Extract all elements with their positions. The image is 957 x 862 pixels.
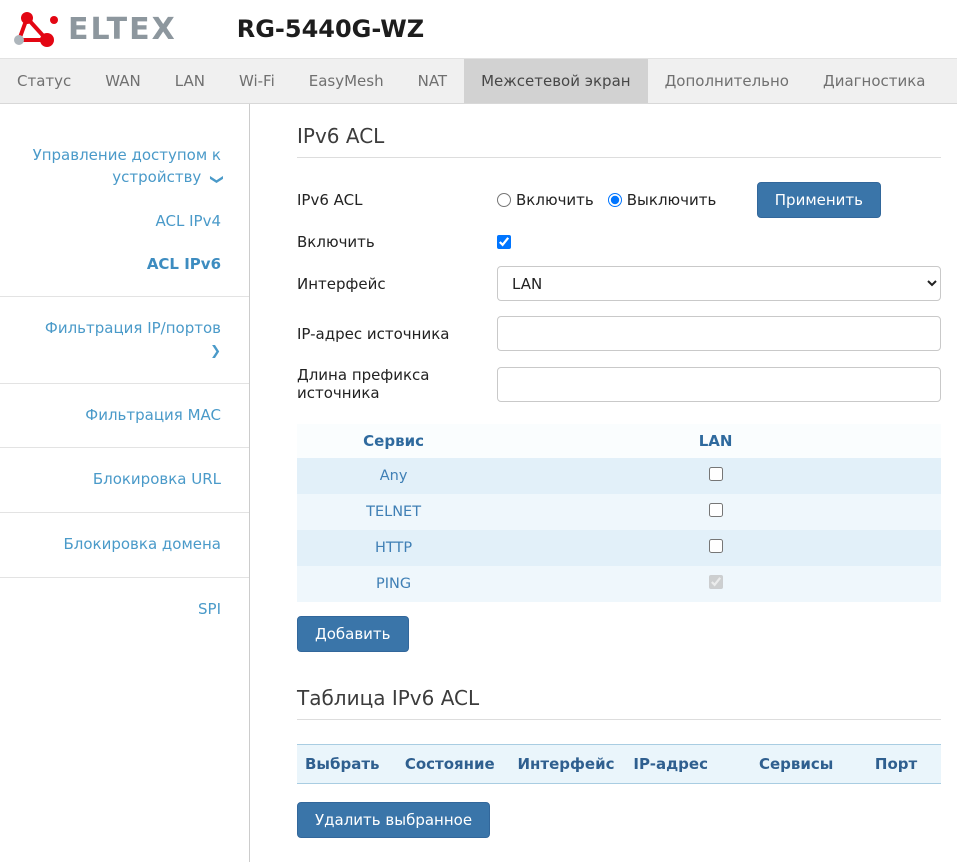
service-telnet-checkbox[interactable]: [709, 503, 723, 517]
radio-enable[interactable]: [497, 193, 511, 207]
acl-header-services: Сервисы: [751, 745, 867, 784]
tab-wan[interactable]: WAN: [88, 59, 158, 103]
acl-header-ip: IP-адрес: [625, 745, 751, 784]
tab-status[interactable]: Статус: [0, 59, 88, 103]
sidebar-item-acl-ipv6[interactable]: ACL IPv6: [0, 238, 249, 282]
sidebar: Управление доступом к устройству ❯ ACL I…: [0, 104, 250, 862]
form-row-enable: Включить: [297, 233, 941, 251]
radio-disable[interactable]: [608, 193, 622, 207]
tab-usb[interactable]: USB: [943, 59, 957, 103]
tab-firewall[interactable]: Межсетевой экран: [464, 59, 647, 103]
enable-checkbox[interactable]: [497, 235, 511, 249]
sidebar-group-device-access: Управление доступом к устройству ❯ ACL I…: [0, 132, 249, 297]
service-name: Any: [297, 458, 490, 494]
prefix-control: [497, 367, 941, 402]
sidebar-item-ip-port-filter[interactable]: Фильтрация IP/портов ❯: [0, 297, 249, 384]
tab-diagnostics[interactable]: Диагностика: [806, 59, 943, 103]
eltex-logo-icon: [10, 7, 62, 51]
form-row-interface: Интерфейс LAN: [297, 266, 941, 301]
form-row-source-ip: IP-адрес источника: [297, 316, 941, 351]
sidebar-item-url-block[interactable]: Блокировка URL: [0, 448, 249, 513]
main-panel: IPv6 ACL IPv6 ACL Включить Выключить При…: [250, 104, 957, 862]
table-row-telnet: TELNET: [297, 494, 941, 530]
sidebar-item-mac-filter[interactable]: Фильтрация MAC: [0, 384, 249, 449]
apply-button[interactable]: Применить: [757, 182, 881, 218]
acl-table-header-row: Выбрать Состояние Интерфейс IP-адрес Сер…: [297, 745, 941, 784]
tab-nat[interactable]: NAT: [401, 59, 464, 103]
service-table-header-row: Сервис LAN: [297, 424, 941, 458]
radio-enable-option[interactable]: Включить: [497, 191, 594, 209]
source-ip-label: IP-адрес источника: [297, 325, 497, 343]
radio-enable-label: Включить: [516, 191, 594, 209]
radio-disable-label: Выключить: [627, 191, 717, 209]
service-ping-checkbox: [709, 575, 723, 589]
section-title-acl-table: Таблица IPv6 ACL: [297, 686, 941, 720]
interface-select[interactable]: LAN: [497, 266, 941, 301]
service-table: Сервис LAN Any TELNET HTTP PING: [297, 424, 941, 602]
eltex-logo: ELTEX: [10, 7, 177, 51]
app-header: ELTEX RG-5440G-WZ: [0, 0, 957, 58]
interface-label: Интерфейс: [297, 275, 497, 293]
table-row-any: Any: [297, 458, 941, 494]
delete-selected-button[interactable]: Удалить выбранное: [297, 802, 490, 838]
acl-header-port: Порт: [867, 745, 941, 784]
prefix-input[interactable]: [497, 367, 941, 402]
brand-text: ELTEX: [68, 12, 177, 47]
tab-advanced[interactable]: Дополнительно: [648, 59, 806, 103]
radio-disable-option[interactable]: Выключить: [608, 191, 717, 209]
service-http-checkbox[interactable]: [709, 539, 723, 553]
service-name: TELNET: [297, 494, 490, 530]
sidebar-item-spi[interactable]: SPI: [0, 578, 249, 642]
service-name: PING: [297, 566, 490, 602]
top-navigation: Статус WAN LAN Wi-Fi EasyMesh NAT Межсет…: [0, 58, 957, 104]
chevron-down-icon: ❯: [206, 174, 225, 185]
interface-control: LAN: [497, 266, 941, 301]
sidebar-item-device-access[interactable]: Управление доступом к устройству ❯: [0, 132, 249, 195]
tab-wifi[interactable]: Wi-Fi: [222, 59, 292, 103]
enable-label: Включить: [297, 233, 497, 251]
sidebar-item-label: Управление доступом к устройству: [33, 146, 221, 186]
acl-state-label: IPv6 ACL: [297, 191, 497, 209]
service-any-checkbox[interactable]: [709, 467, 723, 481]
content-wrapper: Управление доступом к устройству ❯ ACL I…: [0, 104, 957, 862]
acl-header-select: Выбрать: [297, 745, 397, 784]
prefix-label: Длина префикса источника: [297, 366, 497, 402]
acl-table: Выбрать Состояние Интерфейс IP-адрес Сер…: [297, 744, 941, 784]
chevron-right-icon: ❯: [210, 343, 221, 362]
section-title-ipv6-acl: IPv6 ACL: [297, 124, 941, 158]
acl-state-controls: Включить Выключить Применить: [497, 182, 941, 218]
source-ip-input[interactable]: [497, 316, 941, 351]
tab-lan[interactable]: LAN: [158, 59, 222, 103]
table-row-ping: PING: [297, 566, 941, 602]
enable-control: [497, 235, 941, 249]
sidebar-item-acl-ipv4[interactable]: ACL IPv4: [0, 195, 249, 239]
page-title: RG-5440G-WZ: [237, 15, 424, 43]
sidebar-item-label: Фильтрация IP/портов: [45, 319, 221, 337]
tab-easymesh[interactable]: EasyMesh: [292, 59, 401, 103]
source-ip-control: [497, 316, 941, 351]
table-row-http: HTTP: [297, 530, 941, 566]
form-row-prefix: Длина префикса источника: [297, 366, 941, 402]
service-name: HTTP: [297, 530, 490, 566]
sidebar-item-domain-block[interactable]: Блокировка домена: [0, 513, 249, 578]
acl-header-interface: Интерфейс: [510, 745, 626, 784]
service-column-header: Сервис: [297, 424, 490, 458]
form-row-acl-state: IPv6 ACL Включить Выключить Применить: [297, 182, 941, 218]
lan-column-header: LAN: [490, 424, 941, 458]
acl-header-state: Состояние: [397, 745, 510, 784]
add-button[interactable]: Добавить: [297, 616, 409, 652]
